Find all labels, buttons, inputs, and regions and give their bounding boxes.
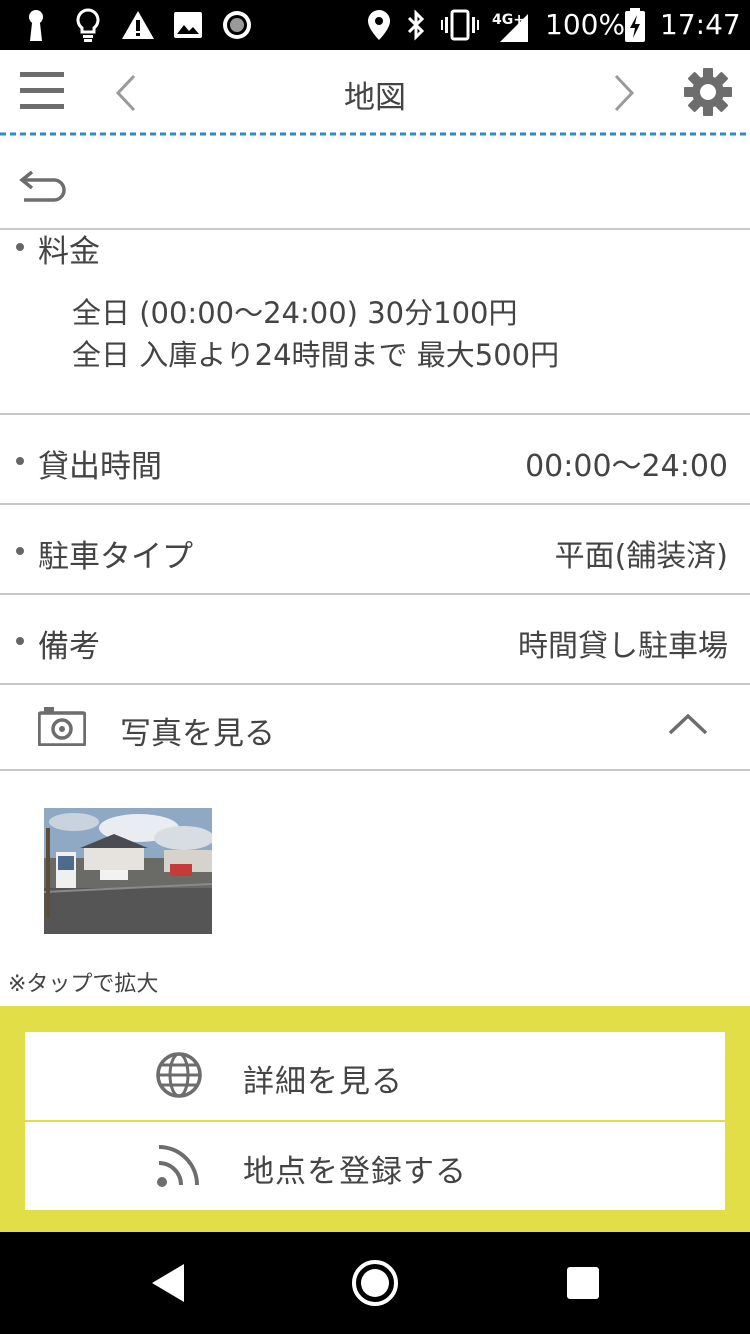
image-icon (172, 8, 204, 42)
remarks-row: 備考 時間貸し駐車場 (0, 595, 750, 685)
location-pin-icon (366, 8, 392, 42)
header-dashed-divider (0, 132, 750, 136)
gear-icon[interactable] (683, 67, 733, 117)
record-icon (220, 8, 254, 42)
rental-hours-row: 貸出時間 00:00〜24:00 (0, 415, 750, 505)
network-type-label: 4G+ (492, 12, 525, 28)
fee-line: 全日 入庫より24時間まで 最大500円 (72, 338, 560, 372)
system-nav-bar (0, 1232, 750, 1334)
rss-icon (155, 1141, 203, 1193)
parking-type-row: 駐車タイプ 平面(舗装済) (0, 505, 750, 595)
recents-square-icon[interactable] (558, 1258, 608, 1308)
status-bar: 4G+ 100% 17:47 (0, 0, 750, 50)
view-details-label: 詳細を見る (243, 1064, 403, 1100)
row-value: 時間貸し駐車場 (518, 629, 728, 664)
back-row (0, 138, 750, 230)
clock: 17:47 (660, 8, 741, 41)
register-location-label: 地点を登録する (243, 1154, 467, 1190)
parking-photo-thumbnail[interactable] (44, 808, 212, 934)
battery-charging-icon (622, 8, 648, 42)
back-triangle-icon[interactable] (146, 1258, 196, 1308)
home-circle-icon[interactable] (350, 1258, 400, 1308)
keyhole-icon (24, 8, 48, 42)
row-value: 平面(舗装済) (554, 539, 728, 574)
bullet (16, 637, 24, 645)
camera-icon (37, 706, 87, 750)
globe-icon (155, 1051, 203, 1103)
fee-line: 全日 (00:00〜24:00) 30分100円 (72, 296, 518, 330)
action-panel: 詳細を見る 地点を登録する (0, 1006, 750, 1232)
bullet (16, 457, 24, 465)
warning-icon (120, 8, 156, 42)
view-photos-label: 写真を見る (120, 716, 275, 752)
row-label: 備考 (38, 629, 100, 665)
chevron-up-icon (668, 712, 708, 740)
fee-section: 料金 全日 (00:00〜24:00) 30分100円 全日 入庫より24時間ま… (0, 230, 750, 415)
row-label: 駐車タイプ (38, 539, 193, 575)
chevron-right-icon[interactable] (610, 70, 650, 116)
view-details-button[interactable]: 詳細を見る (25, 1032, 725, 1120)
fee-label: 料金 (38, 234, 100, 270)
app-header: 地図 (0, 50, 750, 136)
row-label: 貸出時間 (38, 449, 162, 485)
tap-to-enlarge-note: ※タップで拡大 (8, 972, 159, 997)
bullet (16, 243, 24, 251)
row-value: 00:00〜24:00 (525, 449, 728, 484)
bluetooth-icon (404, 8, 428, 42)
register-location-button[interactable]: 地点を登録する (25, 1122, 725, 1210)
back-arrow-icon[interactable] (18, 166, 68, 206)
vibrate-icon (440, 8, 480, 42)
bullet (16, 547, 24, 555)
lightbulb-icon (74, 8, 102, 42)
fee-details: 全日 (00:00〜24:00) 30分100円 全日 入庫より24時間まで 最… (72, 292, 559, 376)
view-photos-toggle[interactable]: 写真を見る (0, 684, 750, 771)
battery-percent: 100% (545, 8, 626, 41)
